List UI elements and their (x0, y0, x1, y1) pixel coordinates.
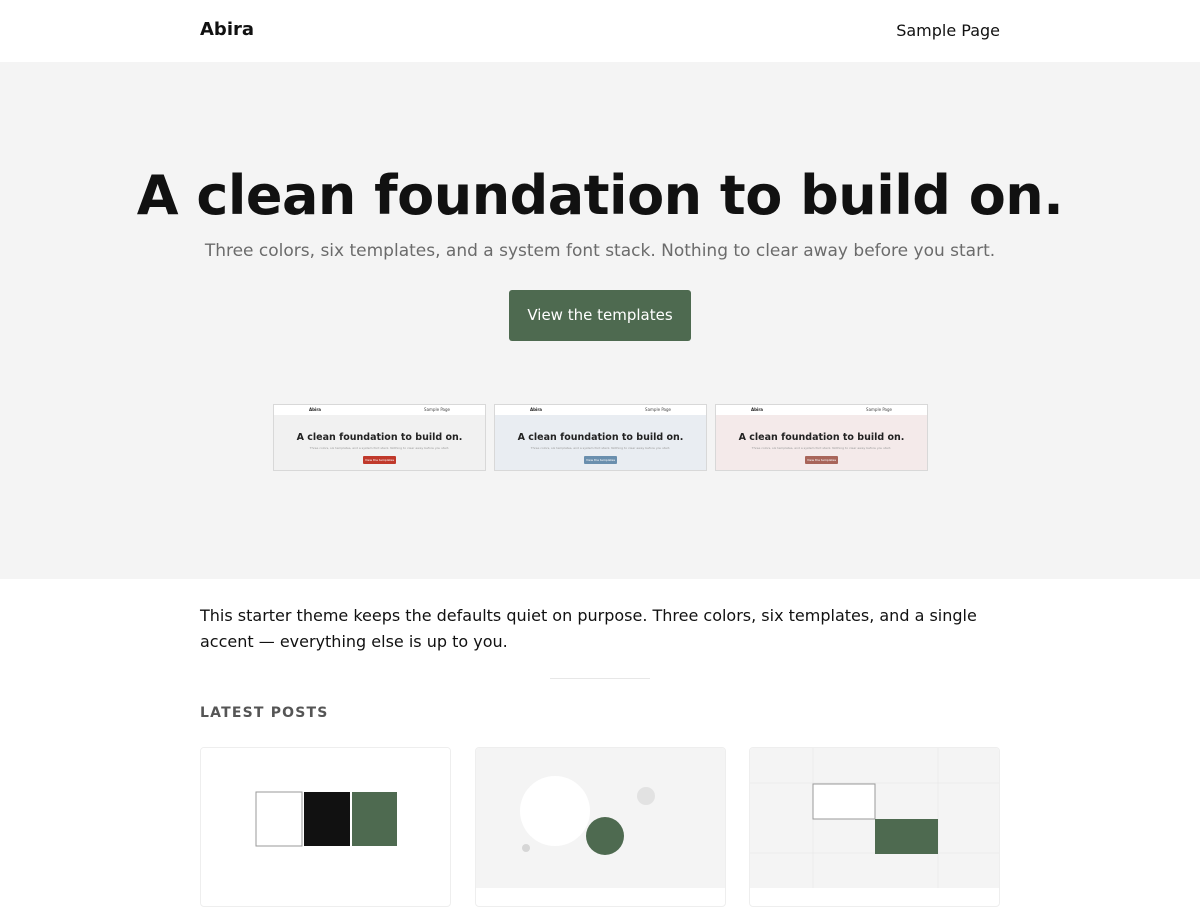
preview-body: A clean foundation to build on. Three co… (274, 415, 485, 470)
preview-header: Abira Sample Page (495, 405, 706, 415)
preview-subtitle: Three colors, six templates, and a syste… (309, 446, 450, 450)
hero-subtitle: Three colors, six templates, and a syste… (204, 241, 996, 261)
preview-subtitle: Three colors, six templates, and a syste… (530, 446, 671, 450)
nav-link-sample-page[interactable]: Sample Page (896, 21, 1000, 40)
hero-section: A clean foundation to build on. Three co… (0, 62, 1200, 579)
intro-text: This starter theme keeps the defaults qu… (200, 606, 977, 651)
post-thumbnail-circles[interactable] (476, 748, 725, 888)
tiny-gray-circle (522, 844, 530, 852)
preview-button: View the templates (805, 456, 838, 464)
site-header: Abira Sample Page (0, 0, 1200, 62)
preview-site-title: Abira (751, 407, 764, 412)
post-thumbnail-color-swatches[interactable] (201, 748, 450, 888)
color-swatches-illustration (255, 791, 397, 847)
preview-title: A clean foundation to build on. (517, 432, 684, 443)
preview-button: View the templates (363, 456, 396, 464)
preview-body: A clean foundation to build on. Three co… (495, 415, 706, 470)
preview-title: A clean foundation to build on. (296, 432, 463, 443)
latest-posts-heading: LATEST POSTS (200, 705, 329, 721)
preview-body: A clean foundation to build on. Three co… (716, 415, 927, 470)
swatch-black (304, 792, 350, 846)
swatch-white (255, 791, 303, 847)
post-card[interactable] (200, 747, 451, 907)
swatch-green (352, 792, 397, 846)
section-divider (550, 678, 650, 679)
green-block (875, 819, 938, 854)
site-title[interactable]: Abira (200, 19, 254, 40)
preview-blue[interactable]: Abira Sample Page A clean foundation to … (494, 404, 707, 471)
post-thumbnail-blocks[interactable] (750, 748, 999, 888)
preview-nav: Sample Page (424, 407, 450, 412)
large-white-circle (520, 776, 590, 846)
preview-header: Abira Sample Page (274, 405, 485, 415)
template-previews: Abira Sample Page A clean foundation to … (273, 404, 928, 472)
preview-button: View the templates (584, 456, 617, 464)
post-card[interactable] (475, 747, 726, 907)
preview-title: A clean foundation to build on. (738, 432, 905, 443)
preview-nav: Sample Page (645, 407, 671, 412)
circles-illustration (520, 776, 655, 855)
preview-header: Abira Sample Page (716, 405, 927, 415)
preview-rose[interactable]: Abira Sample Page A clean foundation to … (715, 404, 928, 471)
view-templates-button[interactable]: View the templates (509, 290, 691, 341)
preview-site-title: Abira (309, 407, 322, 412)
preview-site-title: Abira (530, 407, 543, 412)
preview-subtitle: Three colors, six templates, and a syste… (751, 446, 892, 450)
preview-nav: Sample Page (866, 407, 892, 412)
green-circle (586, 817, 624, 855)
small-gray-circle (637, 787, 655, 805)
white-block (812, 783, 876, 820)
hero-title: A clean foundation to build on. (136, 164, 1064, 227)
post-card[interactable] (749, 747, 1000, 907)
preview-default[interactable]: Abira Sample Page A clean foundation to … (273, 404, 486, 471)
blocks-illustration (750, 748, 999, 888)
